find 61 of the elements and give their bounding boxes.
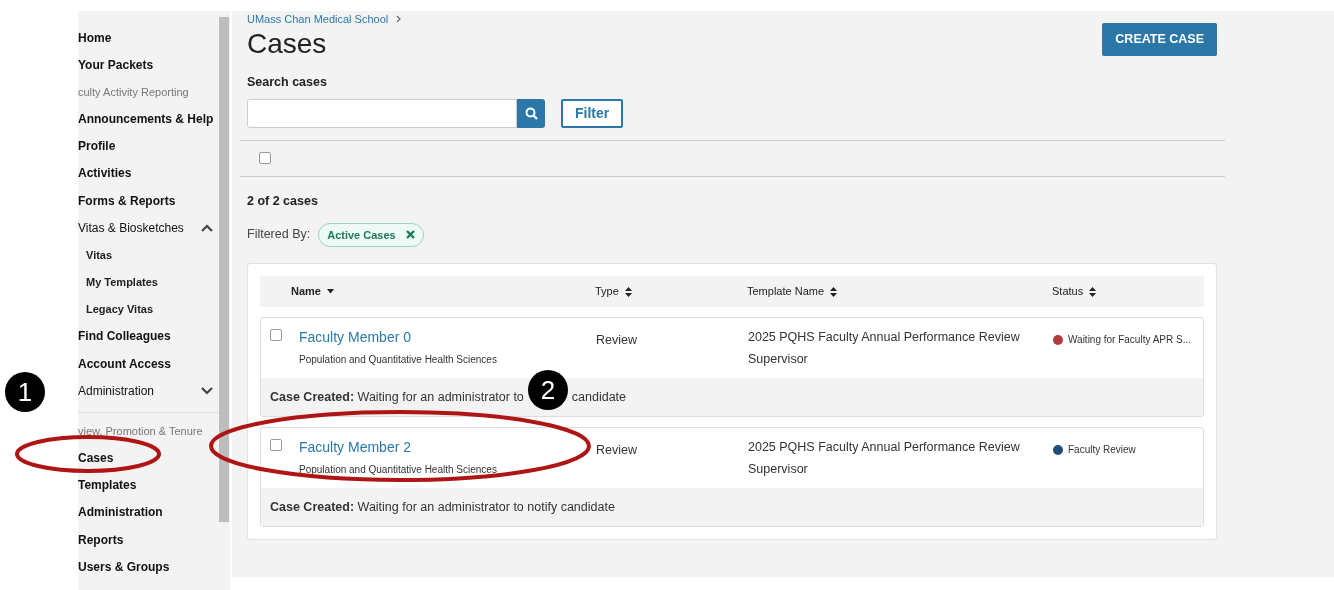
sort-icon[interactable] <box>624 286 632 297</box>
case-count: 2 of 2 cases <box>247 192 319 210</box>
sidebar-item[interactable]: Your Packets <box>78 51 219 79</box>
template-name: 2025 PQHS Faculty Annual Performance Review Supervisor <box>748 329 1021 368</box>
sidebar-item[interactable]: Administration <box>78 498 219 526</box>
sort-icon[interactable] <box>830 286 838 297</box>
case-type: Review <box>596 443 637 457</box>
filter-chip[interactable]: Active Cases <box>318 222 424 247</box>
sidebar-item[interactable]: Activities <box>78 159 219 187</box>
sidebar-item[interactable]: Account Access <box>78 350 219 378</box>
column-header[interactable]: Type <box>595 283 619 300</box>
row-checkbox[interactable] <box>270 329 282 341</box>
case-note: Case Created: Waiting for an administrator to notify candidate <box>270 498 615 516</box>
row-checkbox[interactable] <box>270 439 282 451</box>
department-text: Population and Quantitative Health Sciences <box>299 353 497 367</box>
status-text: Waiting for Faculty APR S... <box>1068 333 1191 347</box>
filter-button[interactable]: Filter <box>561 98 624 128</box>
search-label: Search cases <box>247 74 328 91</box>
sidebar-item[interactable]: Users & Groups <box>78 553 219 581</box>
section-heading: culty Activity Reporting <box>78 84 190 100</box>
search-field[interactable] <box>247 98 517 128</box>
search-icon <box>524 106 538 120</box>
chevron-up-icon <box>201 223 213 232</box>
case-note: Case Created: Waiting for an administrator to <box>270 388 524 406</box>
case-name-link[interactable]: Faculty Member 0 <box>299 327 497 348</box>
case-type: Review <box>596 333 637 347</box>
chevron-right-icon <box>396 15 402 23</box>
sidebar-item[interactable]: Home <box>78 24 219 52</box>
search-button[interactable] <box>517 98 545 128</box>
status-text: Faculty Review <box>1068 443 1136 457</box>
callout-marker: 1 <box>5 372 45 412</box>
scrollbar-thumb[interactable] <box>219 17 229 522</box>
template-name: 2025 PQHS Faculty Annual Performance Review Supervisor <box>748 439 1021 478</box>
sidebar-item[interactable]: Profile <box>78 132 219 160</box>
sidebar-item[interactable]: Forms & Reports <box>78 186 219 215</box>
sidebar-item[interactable]: Reports <box>78 526 219 554</box>
sidebar-subitem[interactable]: Vitas <box>78 241 219 269</box>
sidebar-group[interactable]: Administration <box>78 377 219 405</box>
column-header[interactable]: Name <box>291 283 321 300</box>
sidebar-item[interactable]: Cases <box>78 444 219 472</box>
column-header[interactable]: Template Name <box>747 283 825 300</box>
sidebar-subitem[interactable]: My Templates <box>78 268 219 296</box>
sidebar-group[interactable]: Vitas & Biosketches <box>78 214 219 242</box>
sort-down-icon[interactable] <box>326 289 334 294</box>
remove-icon[interactable] <box>405 230 415 240</box>
sidebar-subitem[interactable]: Legacy Vitas <box>78 295 219 323</box>
sidebar-item[interactable]: Templates <box>78 471 219 499</box>
case-note: candidate <box>571 388 627 406</box>
sidebar-item[interactable]: Find Colleagues <box>78 322 219 351</box>
column-header[interactable]: Status <box>1052 283 1084 300</box>
breadcrumb-link[interactable]: UMass Chan Medical School <box>247 11 389 27</box>
create-case-button[interactable]: CREATE CASE <box>1102 23 1217 56</box>
case-name-link[interactable]: Faculty Member 2 <box>299 437 497 458</box>
select-all-checkbox[interactable] <box>259 152 271 165</box>
section-heading: view, Promotion & Tenure <box>78 423 204 439</box>
chevron-down-icon <box>201 386 213 395</box>
sidebar-item[interactable]: Announcements & Help <box>78 105 219 133</box>
filter-label: Filtered By: <box>247 226 311 244</box>
sort-icon[interactable] <box>1089 286 1097 297</box>
department-text: Population and Quantitative Health Sciences <box>299 463 497 477</box>
page-title: Cases <box>247 27 328 61</box>
